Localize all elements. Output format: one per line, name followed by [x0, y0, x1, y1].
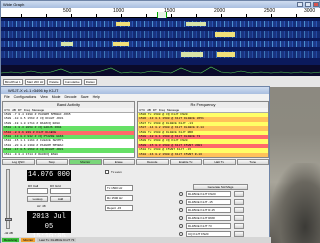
menu-view[interactable]: View: [40, 95, 48, 99]
tx-even-checkbox[interactable]: [105, 170, 109, 174]
ruler-label: 3000: [304, 8, 316, 14]
tx-now-button[interactable]: [234, 191, 244, 197]
col-db: dB: [147, 108, 151, 112]
tx-frequency-spinner[interactable]: Tx 1500 Hz: [105, 185, 133, 191]
table-row[interactable]: 1511 -12 0.7 2058 # G4DJS EA8CLV: [3, 157, 134, 158]
add-button[interactable]: Add: [50, 196, 71, 202]
gen-msg-row: DL1BCE K1JT R-15: [179, 207, 263, 214]
main-window: WSJT-X v1.1 r3496 by K1JT File Configura…: [0, 86, 271, 243]
tx-message-field[interactable]: DL1BCE K1JT 73: [186, 223, 231, 229]
gen-msg-row: DL1BCE K1JT RRR: [179, 215, 263, 222]
col-dt: DT: [17, 108, 22, 112]
rx-frequency-list[interactable]: 1506 Tx 1500 @ CQ K1JT FN20 1506 -13 0.1 …: [138, 113, 268, 157]
log-qso-button[interactable]: Log QSO: [2, 159, 35, 165]
generate-std-msgs-button[interactable]: Generate Std Msgs: [193, 184, 248, 190]
ruler-label: 1000: [113, 8, 125, 14]
button-row: Log QSO Stop Monitor Erase Decode Enable…: [2, 159, 269, 165]
menu-save[interactable]: Save: [81, 95, 89, 99]
menu-bar: File Configurations View Mode Decode Sav…: [1, 94, 269, 100]
wide-graph-window: Wide Graph 500 1000 1500 2000 2500 3000 …: [0, 0, 320, 87]
menu-file[interactable]: File: [4, 95, 10, 99]
tx-message-field[interactable]: DL1BCE K1JT -15: [186, 199, 231, 205]
tx-select-radio[interactable]: [179, 232, 183, 236]
desktop-rock-image: [270, 163, 320, 243]
wide-graph-titlebar: Wide Graph: [1, 1, 319, 8]
stop-button[interactable]: Stop: [35, 159, 68, 165]
tx-select-radio[interactable]: [179, 216, 183, 220]
menu-mode[interactable]: Mode: [52, 95, 61, 99]
tune-button[interactable]: Tune: [236, 159, 269, 165]
dx-grid-input[interactable]: [50, 188, 71, 194]
close-icon[interactable]: [313, 2, 319, 7]
gen-msg-row: DL1BCE K1JT FN20: [179, 191, 263, 198]
utc-clock: 2013 Jul 05 15:10:05: [27, 211, 71, 241]
col-freq: Freq: [23, 108, 31, 112]
generated-messages: Generate Std Msgs DL1BCE K1JT FN20 DL1BCE…: [179, 184, 263, 237]
tx-select-radio[interactable]: [179, 224, 183, 228]
tx-message-field[interactable]: DL1BCE K1JT R-15: [186, 207, 231, 213]
tx-select-radio[interactable]: [179, 208, 183, 212]
minimize-icon[interactable]: [297, 2, 303, 7]
bins-per-pixel-spinner[interactable]: Bins/Pixel 1: [3, 78, 23, 85]
rx-frequency-spinner[interactable]: Rx 1500 Hz: [105, 195, 133, 201]
main-title: WSJT-X v1.1 r3496 by K1JT: [8, 88, 59, 93]
tx-now-button[interactable]: [234, 207, 244, 213]
tx-even-label: Tx even: [111, 170, 122, 174]
menu-decode[interactable]: Decode: [65, 95, 77, 99]
rx-level-slider[interactable]: [5, 169, 12, 229]
clock-date: 2013 Jul 05: [32, 213, 66, 231]
gen-msg-row: DL1BCE K1JT -15: [179, 199, 263, 206]
tx-now-button[interactable]: [234, 223, 244, 229]
col-message: Message: [32, 108, 45, 112]
start-frequency-spinner[interactable]: Start 200 Hz: [24, 78, 46, 85]
col-db: dB: [12, 108, 16, 112]
ruler-label: 2000: [214, 8, 226, 14]
col-message: Message: [167, 108, 180, 112]
slider-knob[interactable]: [5, 218, 12, 221]
table-row[interactable]: 1511 Tx 1500 @ F5VBT K1JT RRR: [138, 156, 268, 157]
dial-frequency-display[interactable]: 14.076 000: [27, 170, 71, 181]
tx-now-button[interactable]: [234, 199, 244, 205]
tx-select-radio[interactable]: [179, 192, 183, 196]
receiving-status: Receiving: [2, 238, 20, 242]
halt-tx-button[interactable]: Halt Tx: [203, 159, 236, 165]
ruler-label: 2500: [264, 8, 276, 14]
ruler-label: 1500: [164, 8, 176, 14]
band-activity-list[interactable]: 1509 -7 0.4 1390 # PA3GRM SM5BAC JO65 150…: [3, 113, 134, 158]
main-titlebar: WSJT-X v1.1 r3496 by K1JT: [1, 87, 269, 94]
palette-select[interactable]: Palette: [47, 78, 61, 85]
status-bar: Receiving Monitor Last Tx: DL1BCE K1JT 7…: [1, 237, 271, 243]
waterfall-display[interactable]: [1, 18, 320, 65]
flatten-checkbox[interactable]: Flatten: [83, 78, 97, 85]
enable-tx-button[interactable]: Enable Tx: [169, 159, 202, 165]
menu-configurations[interactable]: Configurations: [14, 95, 37, 99]
rx-frequency-panel[interactable]: Rx Frequency UTC dB DT Freq Message 1506…: [137, 101, 269, 158]
dx-call-input[interactable]: [27, 188, 48, 194]
decode-button[interactable]: Decode: [136, 159, 169, 165]
lookup-button[interactable]: Lookup: [27, 196, 48, 202]
col-dt: DT: [152, 108, 157, 112]
tx-now-button[interactable]: [234, 215, 244, 221]
cumulative-select[interactable]: Cumulative: [62, 78, 82, 85]
spectrum-plot: [1, 65, 320, 76]
monitor-button[interactable]: Monitor: [69, 159, 102, 165]
col-utc: UTC: [139, 108, 146, 112]
db-readout: -42 dB: [4, 231, 13, 235]
menu-help[interactable]: Help: [93, 95, 100, 99]
band-activity-panel[interactable]: Band Activity UTC dB DT Freq Message 150…: [2, 101, 135, 158]
frequency-ruler[interactable]: 500 1000 1500 2000 2500 3000: [1, 8, 320, 18]
maximize-icon[interactable]: [305, 2, 311, 7]
report-spinner[interactable]: Report -15: [105, 205, 133, 211]
tx-message-field[interactable]: DL1BCE K1JT RRR: [186, 215, 231, 221]
tx-select-radio[interactable]: [179, 200, 183, 204]
tx-message-field[interactable]: DL1BCE K1JT FN20: [186, 191, 231, 197]
wide-graph-title: Wide Graph: [3, 1, 25, 7]
erase-button[interactable]: Erase: [102, 159, 135, 165]
gen-msg-row: DL1BCE K1JT 73: [179, 223, 263, 230]
col-utc: UTC: [4, 108, 11, 112]
col-freq: Freq: [158, 108, 166, 112]
monitor-status: Monitor: [21, 238, 36, 242]
last-tx-status: Last Tx: DL1BCE K1JT 73: [37, 238, 77, 242]
azimuth-label: Az: 48: [37, 204, 46, 208]
